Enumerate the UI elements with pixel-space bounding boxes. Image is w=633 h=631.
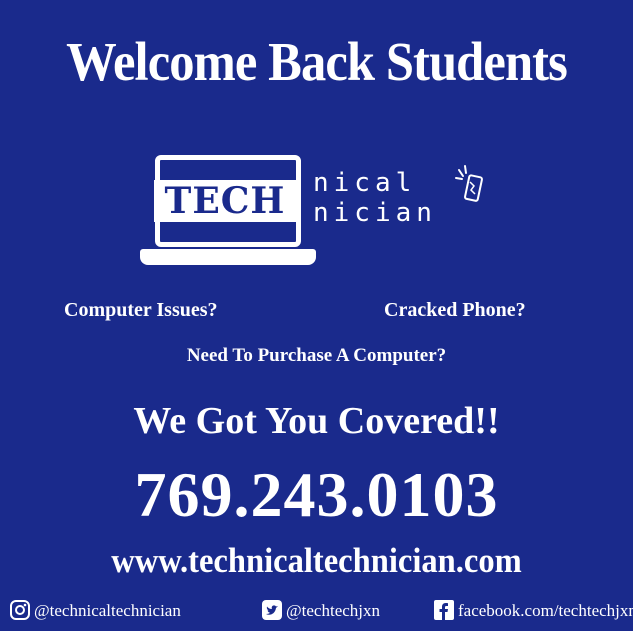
logo-nician-text: nician (313, 198, 437, 228)
purchase-computer-text: Need To Purchase A Computer? (186, 345, 447, 366)
tagline: We Got You Covered!! (133, 400, 500, 442)
website-link[interactable]: www.technicaltechnician.com (22, 543, 611, 578)
facebook-icon (434, 600, 454, 620)
facebook-text: facebook.com/techtechjxn (458, 600, 633, 620)
instagram-handle[interactable]: @technicaltechnician (10, 598, 181, 622)
facebook-handle[interactable]: facebook.com/techtechjxn (434, 598, 633, 622)
headline: Welcome Back Students (66, 31, 568, 92)
computer-issues-text: Computer Issues? (64, 299, 218, 321)
instagram-icon (10, 600, 30, 620)
instagram-text: @technicaltechnician (34, 600, 181, 620)
twitter-text: @techtechjxn (286, 600, 381, 620)
cracked-phone-icon (455, 165, 483, 202)
logo-nical-text: nical (313, 168, 417, 198)
laptop-base-icon (140, 249, 316, 265)
logo-tech-text: TECH (154, 180, 296, 222)
cracked-phone-text: Cracked Phone? (384, 299, 526, 321)
phone-number[interactable]: 769.243.0103 (0, 463, 633, 527)
twitter-icon (262, 600, 282, 620)
technical-technician-logo: TECH nical nician (140, 150, 500, 270)
twitter-handle[interactable]: @techtechjxn (262, 598, 380, 622)
